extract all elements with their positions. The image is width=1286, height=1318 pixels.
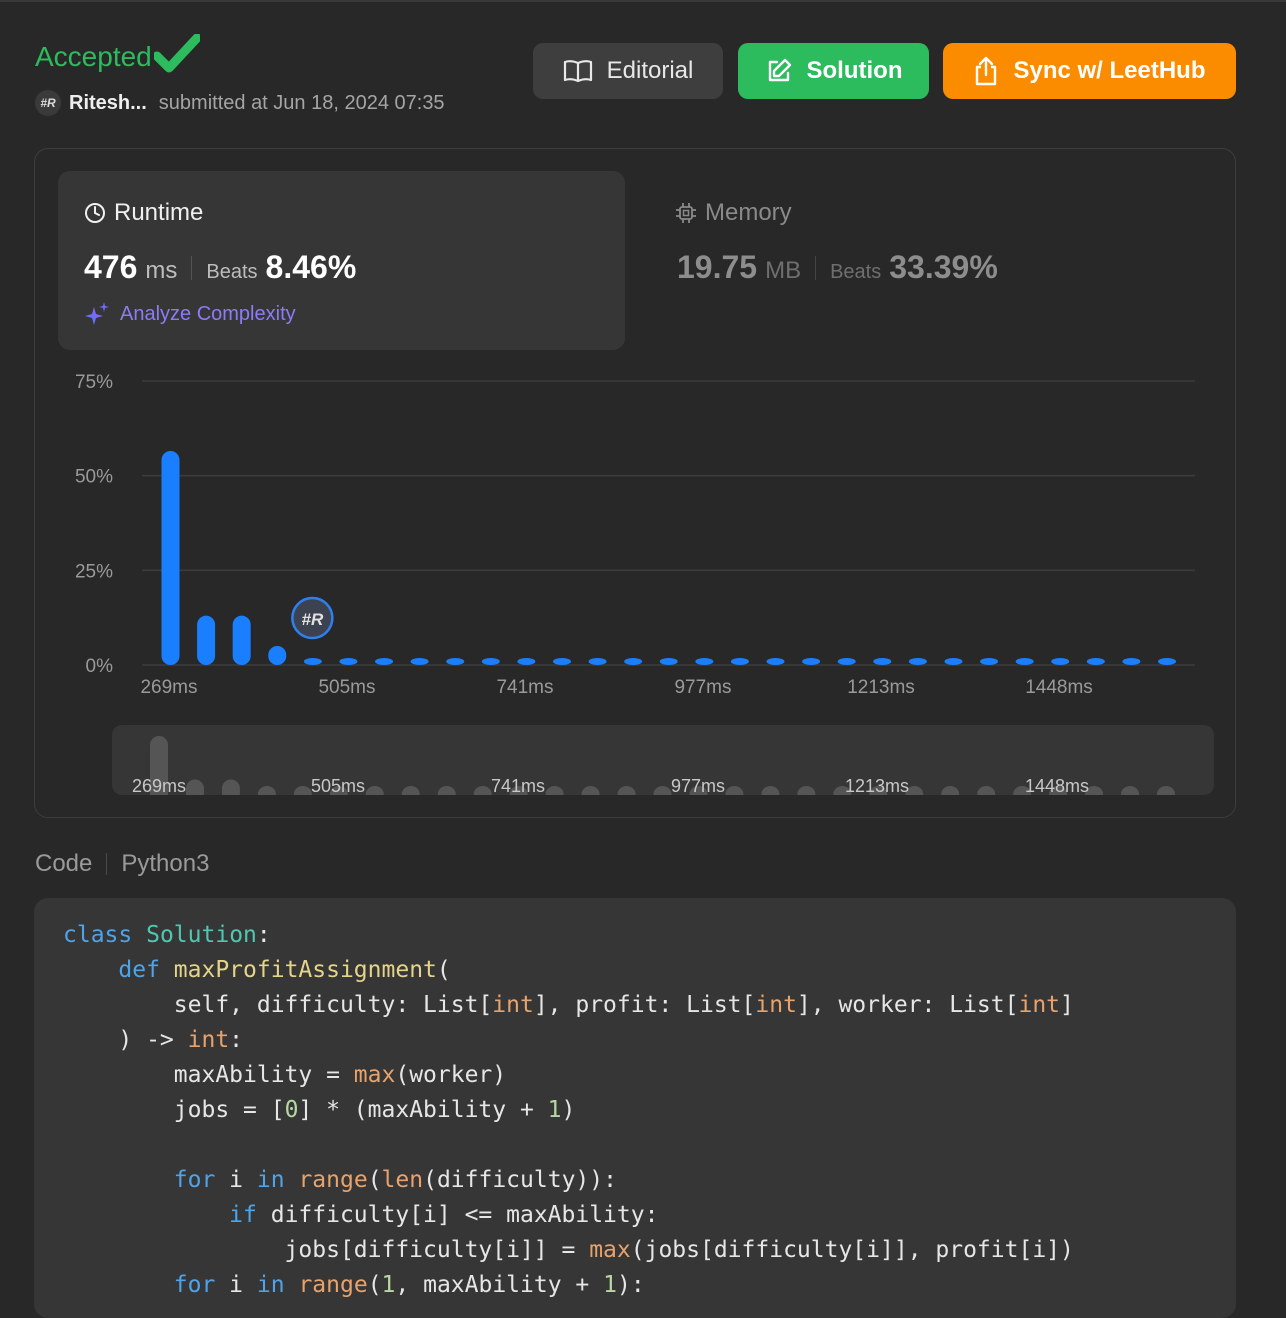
user-marker-label: #R: [301, 610, 323, 629]
histogram-bar: [552, 658, 571, 665]
code-line: ) -> int:: [63, 1027, 244, 1053]
y-tick-label: 75%: [75, 372, 113, 393]
scrubber-mask: [112, 795, 1214, 817]
code-line: for i in range(1, maxAbility + 1):: [173, 1272, 645, 1298]
histogram-bar: [624, 658, 643, 665]
histogram-bar: [837, 658, 856, 665]
histogram-bar: [908, 658, 927, 665]
code-language: Python3: [121, 850, 210, 877]
histogram-bar: [1015, 658, 1034, 665]
histogram-bar: [588, 658, 607, 665]
solution-label: Solution: [806, 57, 903, 84]
histogram-bar: [802, 658, 821, 665]
edit-icon: [768, 58, 791, 82]
y-tick-label: 50%: [75, 467, 113, 488]
top-border: [0, 0, 1286, 2]
solution-button[interactable]: Solution: [738, 43, 929, 99]
code-label: Code: [35, 850, 93, 877]
histogram-bar: [1158, 658, 1176, 665]
histogram-bar: [232, 615, 251, 665]
code-line: for i in range(len(difficulty)):: [173, 1167, 617, 1193]
x-tick-label: 977ms: [674, 677, 731, 698]
scrubber-tick-label: 269ms: [132, 776, 186, 796]
histogram-bar: [339, 658, 358, 665]
code-header: Code Python3: [35, 850, 209, 878]
scrubber-tick-label: 505ms: [311, 776, 365, 796]
x-tick-label: 505ms: [318, 677, 375, 698]
y-tick-label: 25%: [75, 561, 113, 582]
histogram-bar: [303, 658, 322, 665]
code-line: if difficulty[i] <= maxAbility:: [229, 1202, 659, 1228]
histogram-bar: [517, 658, 536, 665]
scrubber-tick-label: 977ms: [671, 776, 725, 796]
scrubber-tick-label: 741ms: [491, 776, 545, 796]
performance-panel: Runtime 476 ms Beats 8.46% Analyze Compl…: [34, 148, 1236, 818]
status-text: Accepted: [35, 40, 152, 72]
x-tick-label: 741ms: [496, 677, 553, 698]
check-icon: [152, 33, 202, 79]
code-block[interactable]: class Solution: def maxProfitAssignment(…: [34, 898, 1236, 1318]
code-line: jobs[difficulty[i]] = max(jobs[difficult…: [63, 1237, 1074, 1263]
share-icon: [976, 56, 997, 86]
x-tick-label: 1448ms: [1025, 677, 1093, 698]
histogram-bar: [1122, 658, 1141, 665]
histogram-bar: [1051, 658, 1070, 665]
histogram-bar: [446, 658, 465, 665]
code-line: self, difficulty: List[int], profit: Lis…: [63, 992, 1074, 1018]
histogram-bar: [730, 658, 749, 665]
histogram-bar: [659, 658, 678, 665]
histogram-bar: [481, 658, 500, 665]
sync-label: Sync w/ LeetHub: [1013, 57, 1206, 84]
x-tick-label: 269ms: [140, 677, 197, 698]
range-scrubber[interactable]: 269ms 505ms 741ms 977ms 1213ms 1448ms: [112, 725, 1214, 817]
submitted-at: submitted at Jun 18, 2024 07:35: [158, 91, 445, 114]
histogram-bar: [873, 658, 892, 665]
histogram-bar: [944, 658, 963, 665]
divider: [106, 853, 108, 875]
histogram-bar: [197, 615, 216, 665]
scrubber-tick-label: 1213ms: [845, 776, 909, 796]
code-line: maxAbility = max(worker): [63, 1062, 507, 1088]
histogram-bar: [161, 450, 180, 665]
author-name[interactable]: Ritesh...: [69, 92, 147, 115]
code-line: class Solution:: [63, 922, 271, 948]
editorial-label: Editorial: [606, 57, 694, 84]
code-line: def maxProfitAssignment(: [118, 957, 451, 983]
y-tick-label: 0%: [86, 656, 114, 677]
runtime-distribution-chart[interactable]: 75% 50% 25% 0% #R 269ms 505ms 741ms 977ms 1213ms 1…: [35, 149, 1235, 817]
x-tick-label: 1213ms: [847, 677, 915, 698]
histogram-bar: [375, 658, 394, 665]
histogram-bar: [980, 658, 999, 665]
editorial-button[interactable]: Editorial: [533, 43, 723, 99]
submission-meta: #R Ritesh... submitted at Jun 18, 2024 0…: [35, 90, 445, 116]
book-icon: [563, 60, 592, 83]
code-line: jobs = [0] * (maxAbility + 1): [63, 1097, 576, 1123]
histogram-bar: [1086, 658, 1105, 665]
submission-status: Accepted: [35, 33, 202, 79]
histogram-bar: [410, 658, 429, 665]
histogram-bar: [766, 658, 785, 665]
histogram-bar: [695, 658, 714, 665]
histogram-bar: [268, 645, 287, 665]
avatar[interactable]: #R: [35, 90, 61, 116]
sync-leethub-button[interactable]: Sync w/ LeetHub: [943, 43, 1236, 99]
code-text[interactable]: class Solution: def maxProfitAssignment(…: [63, 918, 1074, 1303]
scrubber-tick-label: 1448ms: [1025, 776, 1089, 796]
